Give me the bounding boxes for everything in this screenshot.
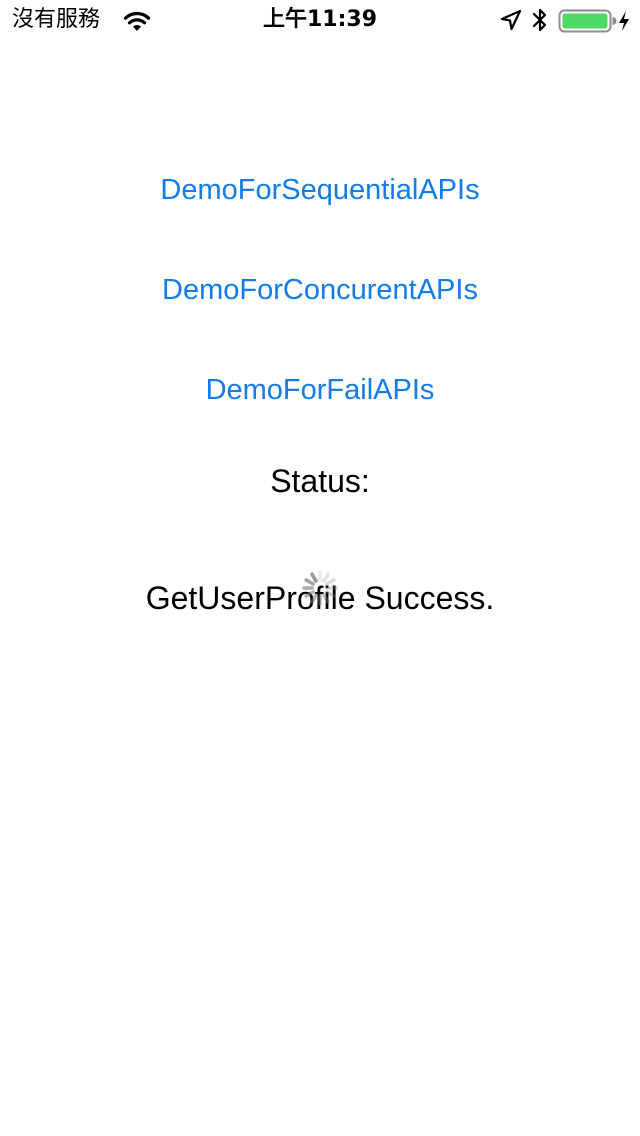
demo-concurrent-apis-button[interactable]: DemoForConcurentAPIs <box>0 272 640 308</box>
battery-icon <box>558 9 617 33</box>
spinner-spoke <box>322 593 330 604</box>
spinner-spoke <box>304 578 315 586</box>
status-bar: 沒有服務 上午11:39 <box>0 0 640 40</box>
spinner-spoke <box>325 590 336 598</box>
spinner-spoke <box>304 590 315 598</box>
demo-sequential-apis-button[interactable]: DemoForSequentialAPIs <box>0 172 640 208</box>
spinner-icon <box>302 570 338 606</box>
spinner-spoke <box>325 578 336 586</box>
spinner-spoke <box>310 593 318 604</box>
charging-icon <box>619 11 629 31</box>
location-icon <box>500 9 522 31</box>
spinner-spoke <box>322 572 330 583</box>
status-title: Status: <box>270 463 370 499</box>
bluetooth-icon <box>532 8 547 32</box>
spinner-spoke <box>310 572 318 583</box>
demo-fail-apis-button[interactable]: DemoForFailAPIs <box>0 372 640 408</box>
